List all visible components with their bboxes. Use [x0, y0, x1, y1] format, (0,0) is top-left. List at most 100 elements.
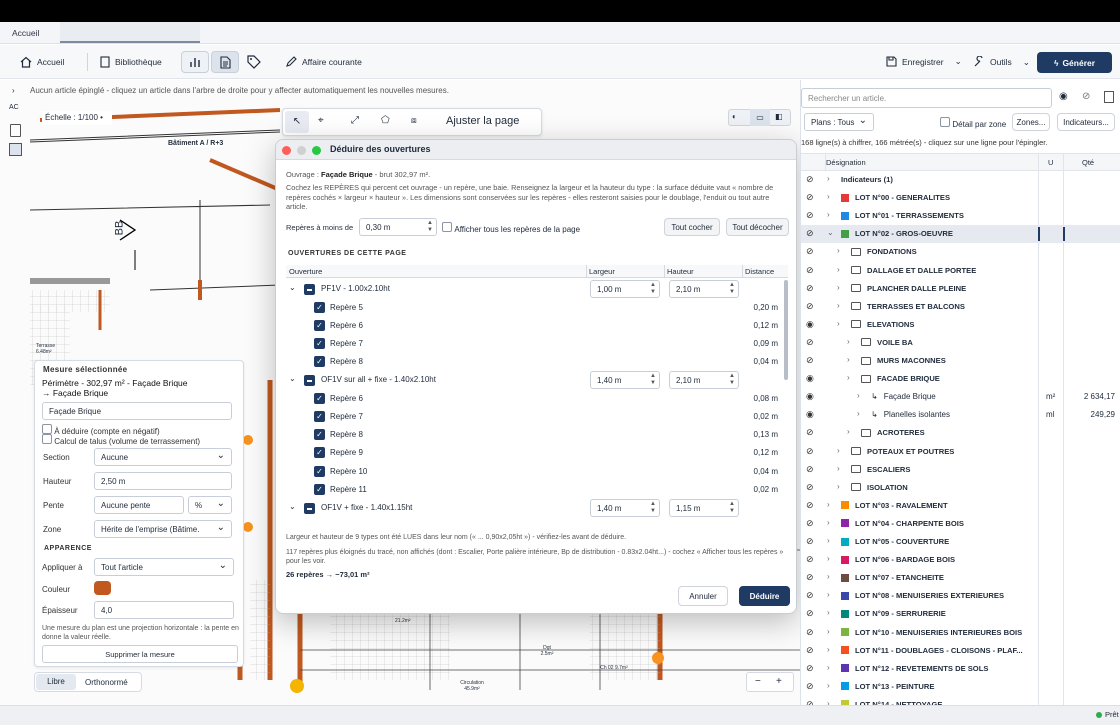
close-window-button[interactable] [282, 146, 291, 155]
chevron-right-icon[interactable]: › [827, 554, 830, 563]
chevron-right-icon[interactable]: › [827, 627, 830, 636]
tree-row[interactable]: ⊘ › LOT N°01 - TERRASSEMENTS [801, 207, 1120, 225]
stepper-icon[interactable]: ▲ ▼ [650, 282, 656, 296]
side-ac-button[interactable]: AC [9, 104, 19, 111]
mesure-name-input[interactable]: Façade Brique [42, 402, 232, 420]
repere-checkbox[interactable]: ✓ [314, 337, 325, 349]
largeur-input[interactable]: 1,40 m ▲ ▼ [590, 371, 660, 390]
detail-zone-checkbox[interactable] [940, 117, 950, 127]
tree-row[interactable]: ⊘ › LOT N°11 - DOUBLAGES - CLOISONS - PLAF… [801, 642, 1120, 660]
repere-row[interactable]: ✓ Repère 11 0,02 m [286, 481, 782, 499]
tree-row[interactable]: ⊘ › LOT N°09 - SERRURERIE [801, 605, 1120, 623]
outils-button[interactable]: Outils ⌄ [973, 56, 1030, 68]
chevron-right-icon[interactable]: › [837, 246, 840, 255]
chevron-right-icon[interactable]: › [837, 283, 840, 292]
eye-off-icon[interactable]: ⊘ [806, 192, 814, 203]
repere-row[interactable]: ✓ Repère 9 0,12 m [286, 444, 782, 462]
chevron-right-icon[interactable]: › [857, 409, 860, 418]
repere-checkbox[interactable]: ✓ [314, 447, 325, 459]
chevron-right-icon[interactable]: › [837, 482, 840, 491]
document-icon[interactable] [1104, 91, 1114, 103]
polygon-tool-icon[interactable]: ⬠ [381, 115, 390, 126]
pente-input[interactable]: Aucune pente [94, 496, 184, 514]
chevron-right-icon[interactable]: › [837, 464, 840, 473]
image-mode-icon[interactable]: ▭ [750, 109, 770, 126]
chevron-right-icon[interactable]: › [847, 373, 850, 382]
stepper-icon[interactable]: ▲ ▼ [729, 373, 735, 387]
tree-row[interactable]: ⊘ › ACROTERES [801, 424, 1120, 442]
chevron-right-icon[interactable]: › [827, 590, 830, 599]
repere-row[interactable]: ✓ Repère 6 0,12 m [286, 317, 782, 335]
ouverture-group-row[interactable]: ⌄ OF1V + fixe - 1.40x1.15ht 1,40 m ▲ ▼ 1,15 m… [286, 499, 782, 517]
largeur-input[interactable]: 1,40 m ▲ ▼ [590, 499, 660, 517]
tree-row[interactable]: ⊘ › LOT N°06 - BARDAGE BOIS [801, 551, 1120, 569]
chart-view-button[interactable] [181, 51, 209, 73]
unit-cell-edit[interactable] [1038, 227, 1040, 242]
tree-row[interactable]: ⊘ › LOT N°03 - RAVALEMENT [801, 497, 1120, 515]
chevron-right-icon[interactable]: › [827, 192, 830, 201]
eye-off-icon[interactable]: ⊘ [806, 337, 814, 348]
hauteur-input[interactable]: 2,50 m [94, 472, 232, 490]
bibliotheque-button[interactable]: Bibliothèque [100, 56, 162, 68]
reperes-distance-input[interactable]: 0,30 m ▲ ▼ [359, 218, 437, 236]
tree-row[interactable]: ⊘ › TERRASSES ET BALCONS [801, 298, 1120, 316]
repere-row[interactable]: ✓ Repère 8 0,13 m [286, 426, 782, 444]
repere-row[interactable]: ✓ Repère 7 0,02 m [286, 408, 782, 426]
eye-off-icon[interactable]: ⊘ [806, 500, 814, 511]
supprimer-mesure-button[interactable]: Supprimer la mesure [42, 645, 238, 663]
accueil-button[interactable]: Accueil [20, 56, 64, 68]
libre-button[interactable]: Libre [36, 674, 76, 690]
eye-off-icon[interactable]: ⊘ [806, 446, 814, 457]
afficher-tous-checkbox[interactable] [442, 222, 452, 232]
chevron-right-icon[interactable]: › [827, 681, 830, 690]
tree-row[interactable]: ⊘ › LOT N°04 - CHARPENTE BOIS [801, 515, 1120, 533]
hauteur-input[interactable]: 1,15 m ▲ ▼ [669, 499, 739, 517]
section-select[interactable]: Aucune [94, 448, 232, 466]
repere-row[interactable]: ✓ Repère 6 0,08 m [286, 390, 782, 408]
tree-row[interactable]: ⊘ › MURS MACONNES [801, 352, 1120, 370]
eye-icon[interactable]: ◉ [1059, 91, 1068, 102]
affaire-courante-button[interactable]: Affaire courante [285, 56, 362, 68]
tab-accueil[interactable]: Accueil [12, 28, 39, 38]
repere-row[interactable]: ✓ Repère 10 0,04 m [286, 463, 782, 481]
contrast-icon[interactable]: ◐ [732, 112, 737, 121]
eye-off-icon[interactable]: ⊘ [806, 536, 814, 547]
layers-icon[interactable]: ◧ [775, 112, 783, 121]
chevron-right-icon[interactable]: › [837, 265, 840, 274]
eye-off-icon[interactable]: ⊘ [806, 663, 814, 674]
tag-button[interactable] [247, 55, 261, 71]
tree-row[interactable]: ⊘ › Indicateurs (1) [801, 171, 1120, 189]
chevron-right-icon[interactable]: › [857, 391, 860, 400]
group-checkbox[interactable] [304, 284, 315, 295]
maximize-window-button[interactable] [312, 146, 321, 155]
eye-icon[interactable]: ◉ [806, 373, 814, 384]
zoom-in-button[interactable]: + [776, 676, 782, 687]
chevron-right-icon[interactable]: › [837, 301, 840, 310]
side-grid-icon[interactable] [9, 143, 22, 156]
indicateurs-button[interactable]: Indicateurs... [1057, 113, 1115, 131]
tree-row[interactable]: ⊘ › LOT N°12 - REVETEMENTS DE SOLS [801, 660, 1120, 678]
repere-checkbox[interactable]: ✓ [314, 392, 325, 404]
eye-off-icon[interactable]: ⊘ [806, 681, 814, 692]
couleur-swatch[interactable] [94, 581, 111, 595]
zoom-out-button[interactable]: − [755, 676, 761, 687]
eye-off-icon[interactable]: ⊘ [806, 265, 814, 276]
eye-icon[interactable]: ◉ [806, 409, 814, 420]
chevron-right-icon[interactable]: › [827, 572, 830, 581]
group-checkbox[interactable] [304, 503, 315, 514]
pente-unit-select[interactable]: % [188, 496, 232, 514]
tout-decocher-button[interactable]: Tout décocher [726, 218, 789, 236]
tree-row[interactable]: ⊘ › LOT N°14 - NETTOYAGE [801, 696, 1120, 705]
chevron-right-icon[interactable]: › [827, 663, 830, 672]
orthonorme-button[interactable]: Orthonormé [85, 678, 128, 687]
tree-row[interactable]: ⊘ › DALLAGE ET DALLE PORTEE [801, 262, 1120, 280]
ajuster-page-button[interactable]: Ajuster la page [446, 115, 519, 127]
tree-row[interactable]: ⊘ › LOT N°13 - PEINTURE [801, 678, 1120, 696]
hauteur-input[interactable]: 2,10 m ▲ ▼ [669, 371, 739, 390]
chevron-right-icon[interactable]: › [837, 446, 840, 455]
eye-icon[interactable]: ◉ [806, 319, 814, 330]
chevron-down-icon[interactable]: ⌄ [827, 228, 834, 237]
chevron-right-icon[interactable]: › [827, 500, 830, 509]
ouverture-group-row[interactable]: ⌄ OF1V sur all + fixe - 1.40x2.10ht 1,40 m… [286, 371, 782, 390]
chevron-right-icon[interactable]: › [827, 536, 830, 545]
